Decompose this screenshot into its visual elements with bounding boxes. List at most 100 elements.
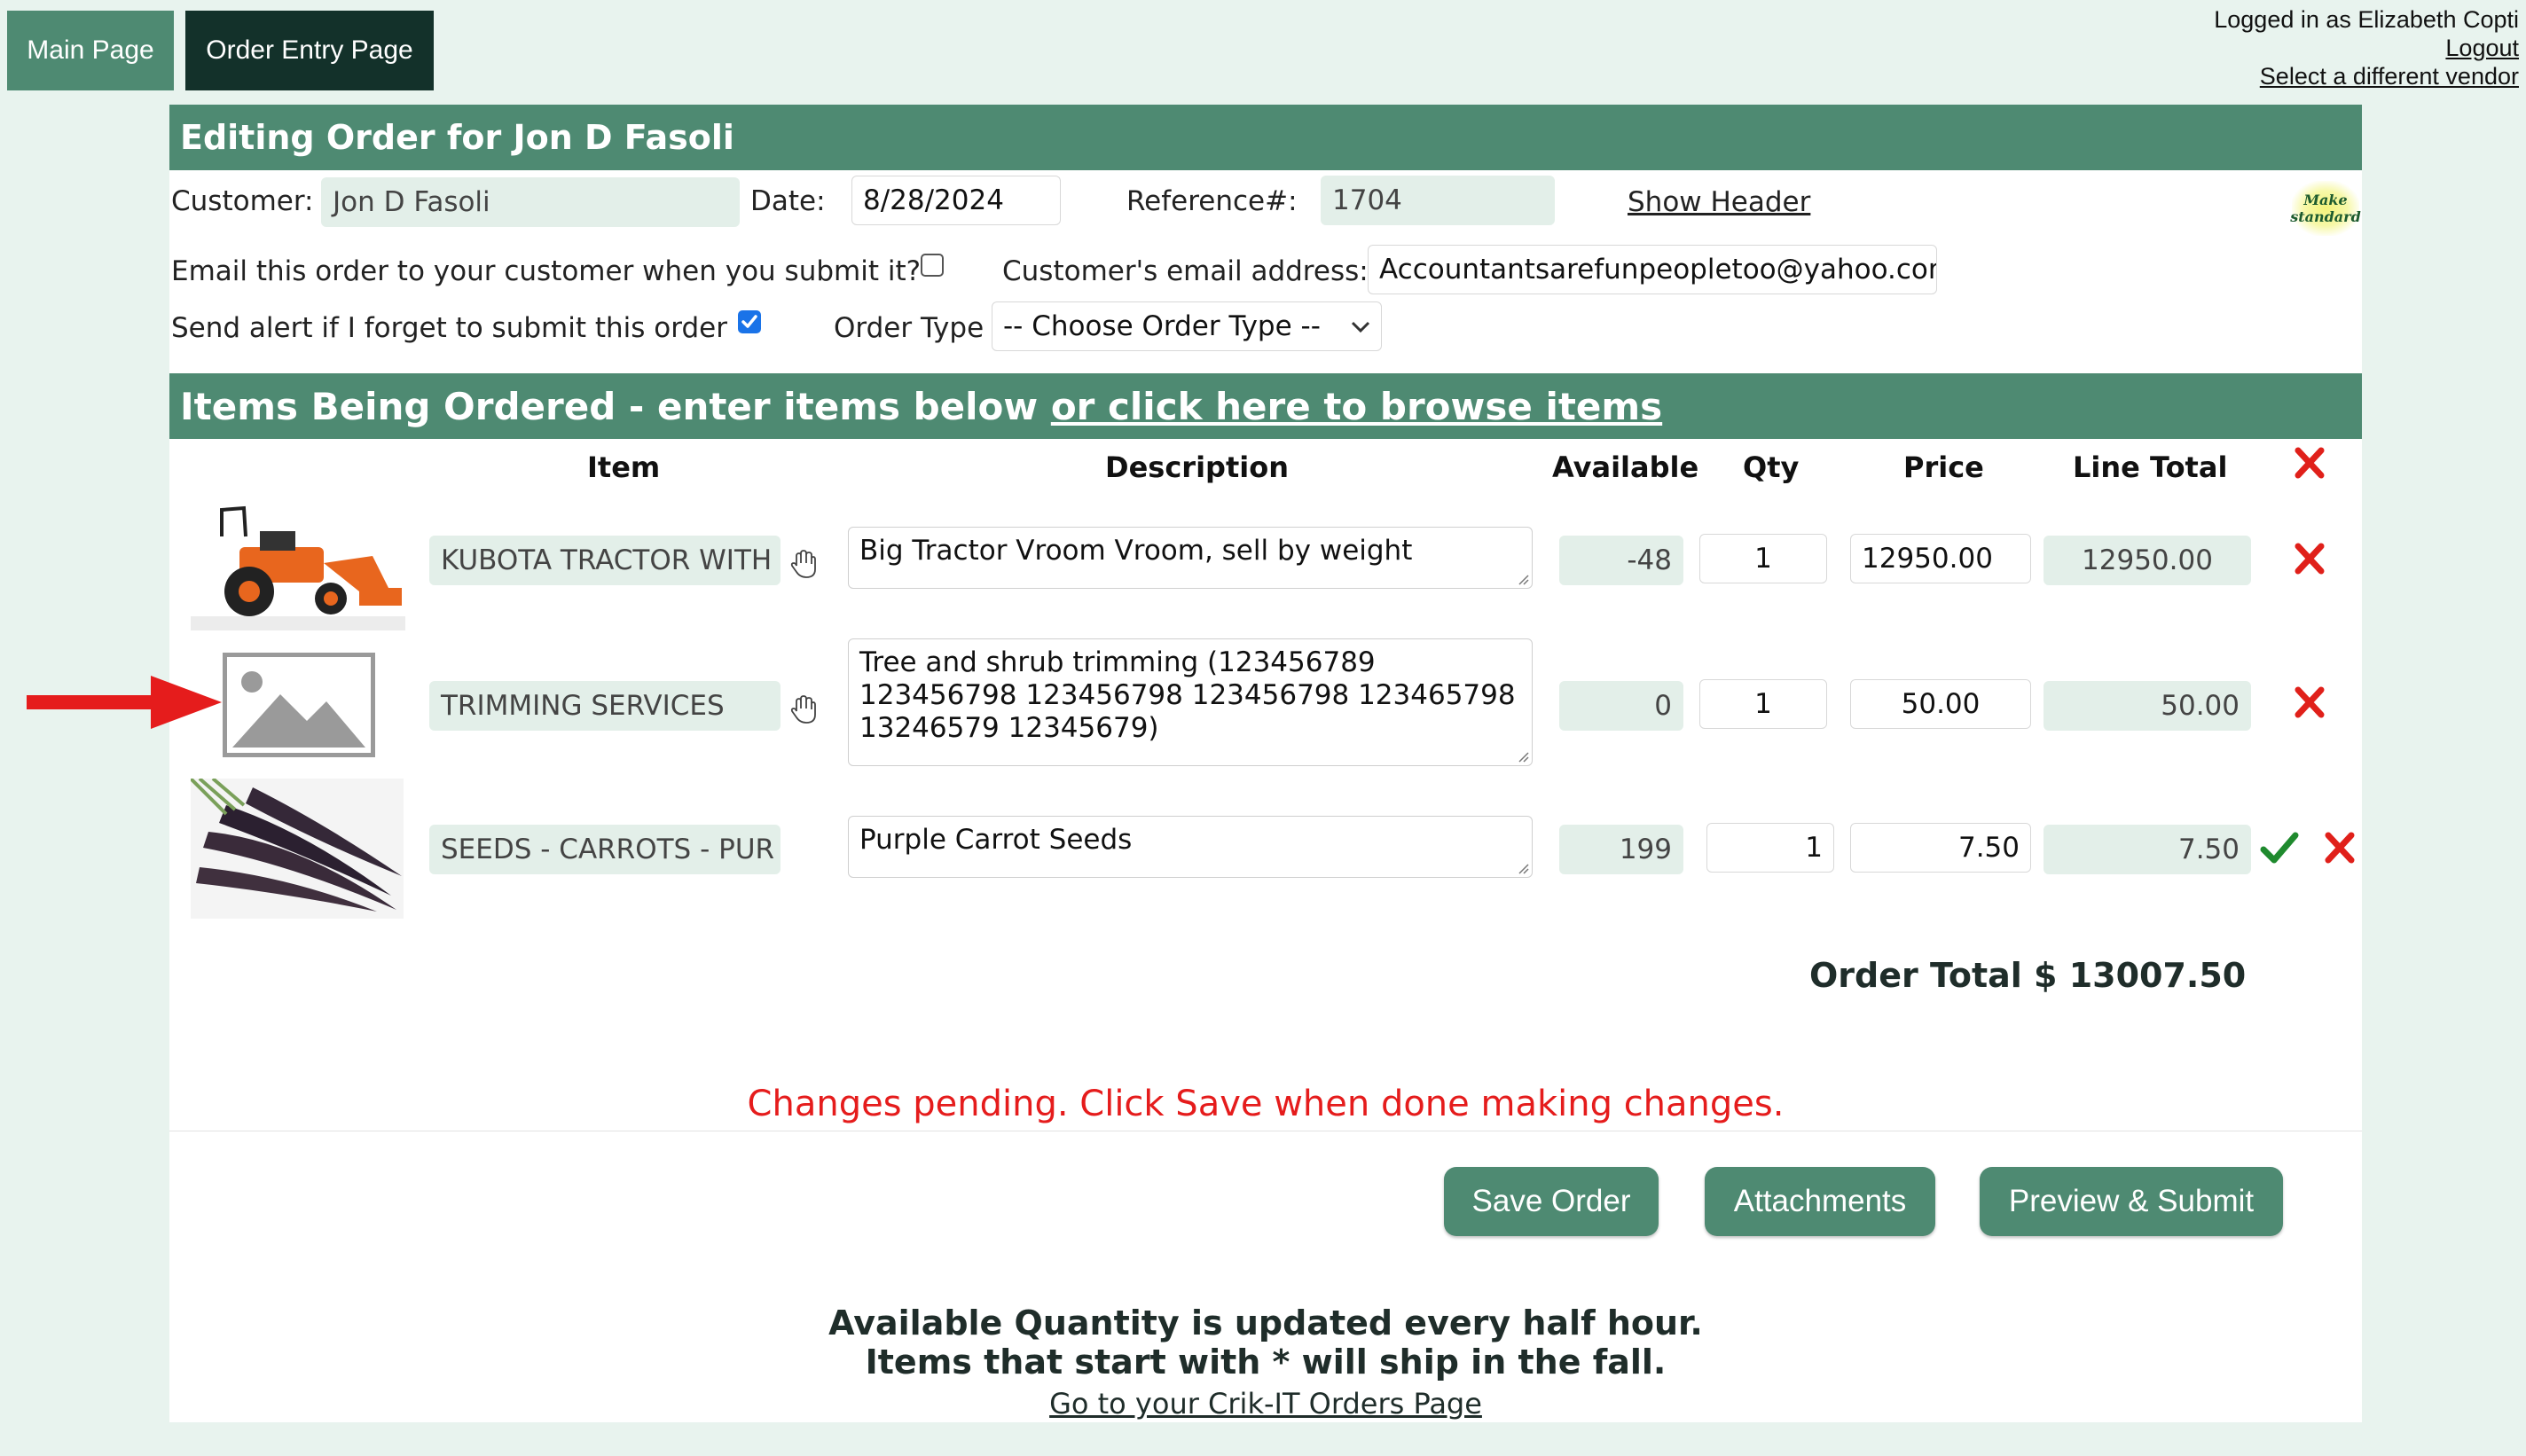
preview-submit-label: Preview & Submit [2008,1184,2255,1218]
col-item: Item [587,450,661,484]
col-description: Description [1105,450,1289,484]
customer-email-label: Customer's email address: [1002,255,1369,287]
item-name: KUBOTA TRACTOR WITH [441,544,773,576]
delete-row-icon[interactable] [2292,685,2327,720]
qty-value: 1 [1754,688,1772,720]
make-standard-line1: Make [2303,192,2348,208]
available-value: 0 [1654,690,1672,722]
col-price: Price [1903,450,1984,484]
tab-main-page[interactable]: Main Page [7,11,174,90]
red-arrow-annotation [27,676,222,729]
description-text: Big Tractor Vroom Vroom, sell by weight [859,535,1413,567]
check-icon [741,315,757,328]
logged-in-text: Logged in as Elizabeth Copti [2214,6,2519,33]
order-header-band: Editing Order for Jon D Fasoli [169,105,2362,170]
delete-all-icon[interactable] [2292,445,2327,481]
item-name: TRIMMING SERVICES [441,690,725,722]
customer-email-value: Accountantsarefunpeopletoo@yahoo.com [1379,254,1937,286]
price-value: 12950.00 [1862,543,1993,575]
hand-pointer-icon[interactable] [788,548,820,580]
description-field[interactable]: Tree and shrub trimming (123456789 12345… [848,638,1533,766]
qty-field[interactable]: 1 [1699,679,1827,729]
date-field[interactable]: 8/28/2024 [851,176,1061,225]
show-header-link[interactable]: Show Header [1628,186,1810,218]
items-section-title: Items Being Ordered - enter items below [180,384,1051,428]
resize-grip-icon[interactable] [1517,862,1529,874]
line-total-value: 7.50 [2177,834,2240,865]
available-field: 0 [1559,681,1683,731]
available-value: 199 [1619,834,1672,865]
qty-field[interactable]: 1 [1706,823,1834,873]
resize-grip-icon[interactable] [1517,573,1529,585]
tractor-image [191,492,405,630]
reference-field[interactable]: 1704 [1321,176,1555,225]
attachments-label: Attachments [1733,1184,1907,1218]
make-standard-line2: standard [2290,208,2361,225]
alert-checkbox[interactable] [738,310,761,333]
delete-row-icon[interactable] [2322,830,2357,865]
order-total: Order Total $ 13007.50 [1809,956,2247,995]
items-header-band: Items Being Ordered - enter items below … [169,373,2362,439]
line-total-field: 50.00 [2044,681,2251,731]
available-value: -48 [1627,544,1672,576]
item-field[interactable]: KUBOTA TRACTOR WITH [429,536,781,585]
attachments-button[interactable]: Attachments [1705,1167,1935,1236]
description-field[interactable]: Big Tractor Vroom Vroom, sell by weight [848,527,1533,589]
reference-value: 1704 [1332,184,1402,216]
available-field: 199 [1559,825,1683,874]
tab-order-entry-page[interactable]: Order Entry Page [185,11,434,90]
item-field[interactable]: TRIMMING SERVICES [429,681,781,731]
resize-grip-icon[interactable] [1517,750,1529,763]
tab-order-entry-label: Order Entry Page [206,35,413,65]
item-name: SEEDS - CARROTS - PUR [441,834,775,865]
order-type-label: Order Type [834,312,985,344]
price-value: 50.00 [1901,688,1981,720]
footer-note-2: Items that start with * will ship in the… [865,1342,1667,1382]
line-total-field: 7.50 [2044,825,2251,874]
col-available: Available [1552,450,1699,484]
item-field[interactable]: SEEDS - CARROTS - PUR [429,825,781,874]
price-value: 7.50 [1957,832,2020,864]
placeholder-image [223,653,375,757]
carrot-image [189,777,404,919]
customer-field[interactable]: Jon D Fasoli [321,177,740,227]
email-order-checkbox[interactable] [921,254,944,277]
tab-main-page-label: Main Page [27,35,154,65]
logout-link[interactable]: Logout [2445,35,2519,61]
line-total-value: 12950.00 [2082,544,2213,576]
browse-items-link[interactable]: or click here to browse items [1051,385,1662,428]
price-field[interactable]: 50.00 [1850,679,2031,729]
alert-label: Send alert if I forget to submit this or… [171,312,727,344]
col-line-total: Line Total [2073,450,2228,484]
customer-label: Customer: [171,185,314,217]
order-type-select[interactable]: -- Choose Order Type -- [992,301,1382,351]
price-field[interactable]: 12950.00 [1850,534,2031,583]
customer-email-field[interactable]: Accountantsarefunpeopletoo@yahoo.com [1368,245,1937,294]
qty-field[interactable]: 1 [1699,534,1827,583]
delete-row-icon[interactable] [2292,541,2327,576]
select-vendor-link[interactable]: Select a different vendor [2260,63,2519,90]
confirm-check-icon[interactable] [2260,830,2299,865]
reference-label: Reference#: [1126,185,1298,217]
description-field[interactable]: Purple Carrot Seeds [848,816,1533,878]
line-total-value: 50.00 [2161,690,2240,722]
make-standard-button[interactable]: Make standard [2290,181,2361,236]
line-total-field: 12950.00 [2044,536,2251,585]
user-info: Logged in as Elizabeth Copti Logout Sele… [2214,5,2519,90]
pending-message: Changes pending. Click Save when done ma… [747,1084,1785,1124]
order-type-value: -- Choose Order Type -- [1003,310,1321,342]
price-field[interactable]: 7.50 [1850,823,2031,873]
date-value: 8/28/2024 [863,184,1004,216]
qty-value: 1 [1805,832,1823,864]
footer-note-1: Available Quantity is updated every half… [828,1303,1703,1342]
col-qty: Qty [1743,450,1800,484]
available-field: -48 [1559,536,1683,585]
save-order-button[interactable]: Save Order [1444,1167,1659,1236]
preview-submit-button[interactable]: Preview & Submit [1980,1167,2283,1236]
hand-pointer-icon[interactable] [788,693,820,725]
description-text: Tree and shrub trimming (123456789 12345… [859,646,1516,744]
email-question-label: Email this order to your customer when y… [171,255,922,287]
orders-page-link[interactable]: Go to your Crik-IT Orders Page [1049,1387,1482,1421]
chevron-down-icon [1351,321,1370,333]
image-placeholder-icon [232,671,365,748]
